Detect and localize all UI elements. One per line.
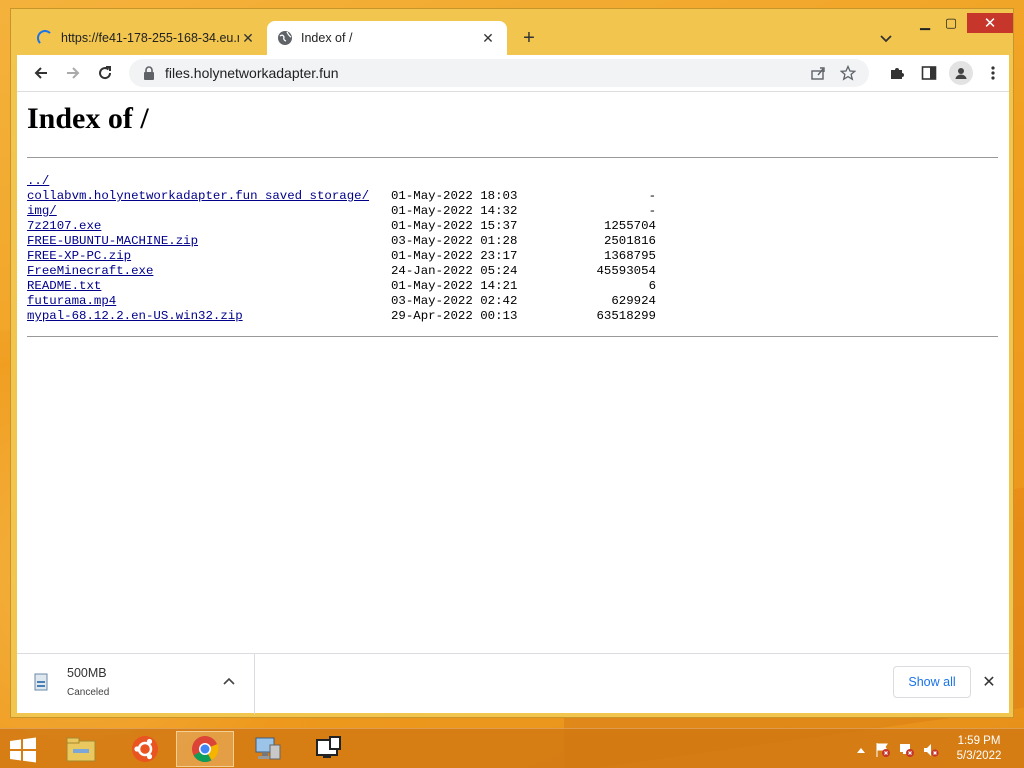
list-item: collabvm.holynetworkadapter.fun saved st…: [27, 189, 656, 204]
action-center-flag-icon[interactable]: [874, 741, 892, 759]
globe-icon: [277, 30, 293, 46]
download-status: Canceled: [67, 687, 110, 698]
remote-desktop-icon[interactable]: [300, 731, 358, 767]
file-link[interactable]: img/: [27, 204, 391, 219]
tab-title: Index of /: [301, 31, 353, 45]
file-link[interactable]: FreeMinecraft.exe: [27, 264, 391, 279]
puzzle-icon[interactable]: [885, 61, 909, 85]
chevron-up-icon[interactable]: [221, 674, 237, 690]
page-content: Index of / ../ collabvm.holynetworkadapt…: [17, 91, 1009, 653]
lock-icon[interactable]: [143, 66, 155, 80]
file-link[interactable]: futurama.mp4: [27, 294, 391, 309]
tab-ngrok[interactable]: https://fe41-178-255-168-34.eu.ngrok.io …: [27, 21, 267, 55]
list-item: FREE-XP-PC.zip 01-May-2022 23:17 1368795: [27, 249, 656, 264]
reload-icon[interactable]: [93, 61, 117, 85]
new-tab-button[interactable]: +: [517, 27, 541, 51]
side-panel-icon[interactable]: [917, 61, 941, 85]
arrow-left-icon[interactable]: [29, 61, 53, 85]
profile-icon[interactable]: [949, 61, 973, 85]
close-icon[interactable]: ✕: [979, 672, 999, 692]
tab-index-of[interactable]: Index of / ✕: [267, 21, 507, 55]
file-size: -: [648, 189, 656, 203]
star-icon[interactable]: [839, 64, 857, 82]
taskbar: 1:59 PM 5/3/2022: [0, 728, 1024, 768]
file-size: 45593054: [596, 264, 657, 278]
divider: [27, 157, 998, 158]
show-all-button[interactable]: Show all: [893, 666, 971, 698]
parent-directory-link[interactable]: ../: [27, 174, 391, 189]
tab-close-icon[interactable]: ✕: [479, 29, 497, 47]
directory-listing: ../ collabvm.holynetworkadapter.fun save…: [27, 174, 656, 324]
file-date: 01-May-2022 14:32: [391, 204, 518, 218]
file-date: 01-May-2022 14:21: [391, 279, 518, 293]
system-clock[interactable]: 1:59 PM 5/3/2022: [944, 734, 1014, 764]
divider: [27, 336, 998, 337]
minimize-button[interactable]: ▁: [915, 13, 935, 33]
list-item: FreeMinecraft.exe 24-Jan-2022 05:24 4559…: [27, 264, 656, 279]
file-date: 01-May-2022 18:03: [391, 189, 518, 203]
file-link[interactable]: 7z2107.exe: [27, 219, 391, 234]
list-item: README.txt 01-May-2022 14:21 6: [27, 279, 656, 294]
network-computer-icon[interactable]: [238, 731, 296, 767]
page-title: Index of /: [27, 102, 149, 135]
chevron-up-icon[interactable]: [852, 741, 870, 759]
browser-window: https://fe41-178-255-168-34.eu.ngrok.io …: [10, 8, 1014, 718]
file-size: 1255704: [603, 219, 656, 233]
file-size: 6: [648, 279, 656, 293]
browser-toolbar: files.holynetworkadapter.fun: [17, 55, 1009, 91]
network-icon[interactable]: [898, 741, 916, 759]
close-window-button[interactable]: ✕: [967, 13, 1013, 33]
list-item: mypal-68.12.2.en-US.win32.zip 29-Apr-202…: [27, 309, 656, 324]
file-icon: [33, 672, 51, 692]
file-link[interactable]: FREE-XP-PC.zip: [27, 249, 391, 264]
loading-spinner-icon: [37, 30, 53, 46]
file-date: 03-May-2022 02:42: [391, 294, 518, 308]
file-size: 1368795: [603, 249, 656, 263]
download-item[interactable]: 500MB Canceled: [17, 654, 255, 714]
file-link[interactable]: FREE-UBUNTU-MACHINE.zip: [27, 234, 391, 249]
file-link[interactable]: README.txt: [27, 279, 391, 294]
file-link[interactable]: mypal-68.12.2.en-US.win32.zip: [27, 309, 391, 324]
file-size: [531, 174, 656, 189]
maximize-button[interactable]: ▢: [941, 13, 961, 33]
clock-time: 1:59 PM: [957, 735, 1001, 747]
download-filename: 500MB: [67, 666, 107, 680]
file-date: 24-Jan-2022 05:24: [391, 264, 518, 278]
file-size: -: [648, 204, 656, 218]
file-size: 2501816: [603, 234, 656, 248]
list-item: FREE-UBUNTU-MACHINE.zip 03-May-2022 01:2…: [27, 234, 656, 249]
list-item: img/ 01-May-2022 14:32 -: [27, 204, 656, 219]
windows-start-icon[interactable]: [8, 737, 38, 763]
title-bar: https://fe41-178-255-168-34.eu.ngrok.io …: [11, 9, 1013, 55]
list-item: futurama.mp4 03-May-2022 02:42 629924: [27, 294, 656, 309]
file-date: 29-Apr-2022 00:13: [391, 309, 518, 323]
address-bar[interactable]: files.holynetworkadapter.fun: [129, 59, 869, 87]
url-text: files.holynetworkadapter.fun: [165, 65, 339, 81]
volume-muted-icon[interactable]: [922, 741, 940, 759]
chevron-down-icon[interactable]: [877, 29, 895, 47]
arrow-right-icon[interactable]: [61, 61, 85, 85]
file-date: [391, 174, 531, 189]
file-date: 03-May-2022 01:28: [391, 234, 518, 248]
list-item: 7z2107.exe 01-May-2022 15:37 1255704: [27, 219, 656, 234]
file-date: 01-May-2022 15:37: [391, 219, 518, 233]
ubuntu-icon[interactable]: [116, 731, 174, 767]
chrome-icon[interactable]: [176, 731, 234, 767]
share-icon[interactable]: [809, 64, 827, 82]
tab-title: https://fe41-178-255-168-34.eu.ngrok.io: [61, 31, 239, 45]
kebab-menu-icon[interactable]: [981, 61, 1005, 85]
file-link[interactable]: collabvm.holynetworkadapter.fun saved st…: [27, 189, 391, 204]
download-bar: 500MB Canceled Show all ✕: [17, 653, 1009, 714]
file-size: 63518299: [596, 309, 657, 323]
file-explorer-icon[interactable]: [52, 731, 110, 767]
list-item: ../: [27, 174, 656, 189]
file-date: 01-May-2022 23:17: [391, 249, 518, 263]
file-size: 629924: [611, 294, 656, 308]
clock-date: 5/3/2022: [956, 750, 1002, 762]
tab-close-icon[interactable]: ✕: [239, 29, 257, 47]
